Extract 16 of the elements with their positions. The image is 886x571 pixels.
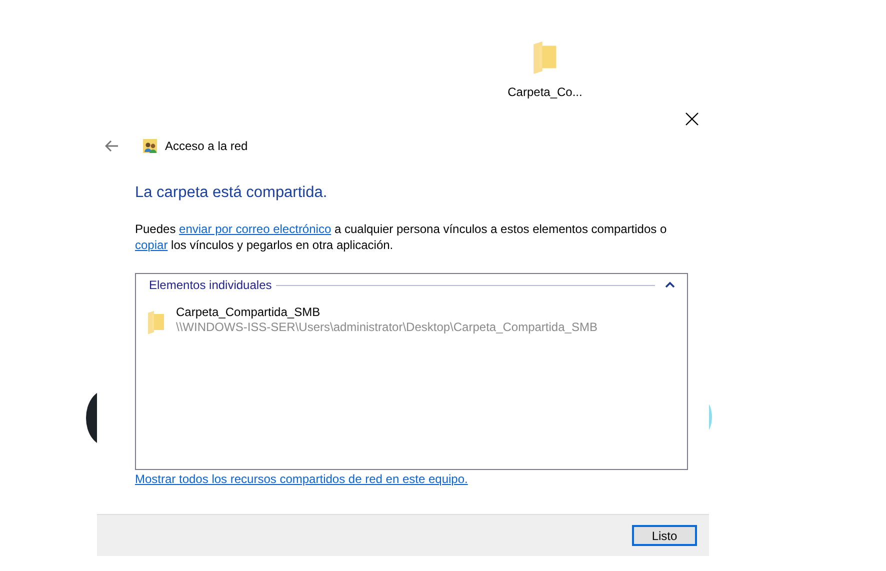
dialog-heading: La carpeta está compartida. (135, 184, 328, 202)
intro-paragraph: Puedes enviar por correo electrónico a cualquier persona vínculos a estos elementos compartidos o copiar los vínculos y pegarlos en otra aplicación. (135, 221, 668, 253)
close-button[interactable] (683, 110, 701, 128)
group-label: Elementos individuales (149, 278, 272, 292)
header-title: Acceso a la red (165, 139, 248, 153)
item-path: \\WINDOWS-ISS-SER\Users\administrator\Desktop\Carpeta_Compartida_SMB (176, 320, 598, 335)
done-button[interactable]: Listo (632, 525, 697, 546)
back-arrow-icon[interactable] (105, 140, 119, 152)
link[interactable]: enviar por correo electrónico (179, 222, 332, 236)
network-users-icon (143, 139, 157, 153)
link[interactable]: copiar (135, 238, 168, 252)
item-name: Carpeta_Compartida_SMB (176, 305, 322, 320)
show-all-shares-link[interactable]: Mostrar todos los recursos compartidos de red en este equipo. (135, 472, 468, 486)
folder-icon (146, 309, 166, 335)
collapse-chevron-icon[interactable] (665, 281, 675, 289)
desktop-icon-label[interactable]: Carpeta_Co... (508, 84, 582, 102)
